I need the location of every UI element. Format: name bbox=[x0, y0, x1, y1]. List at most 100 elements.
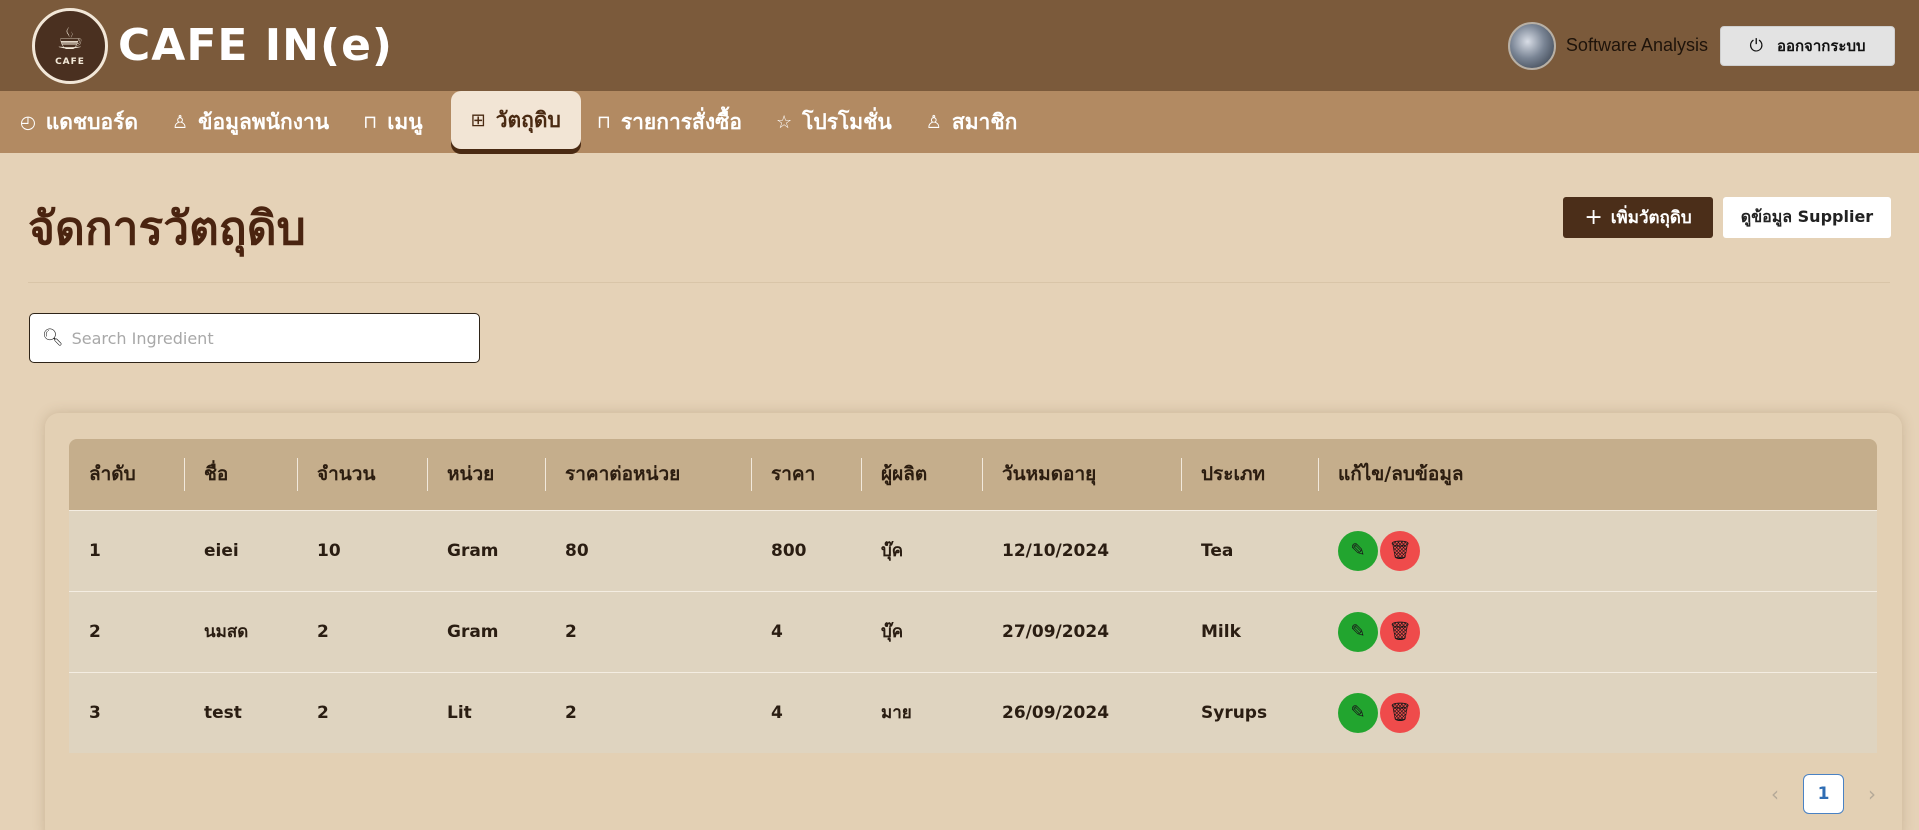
table-cell: 26/09/2024 bbox=[1002, 702, 1110, 723]
table-cell: 2 bbox=[89, 621, 101, 642]
table-cell: 2 bbox=[565, 702, 577, 723]
row-actions: ✎ 🗑︎ bbox=[1338, 611, 1877, 652]
row-actions-cell: ✎ 🗑︎ bbox=[1318, 510, 1877, 591]
column-header-label: หน่วย bbox=[447, 463, 495, 486]
column-separator bbox=[982, 458, 983, 491]
row-actions: ✎ 🗑︎ bbox=[1338, 692, 1877, 733]
column-separator bbox=[184, 458, 185, 491]
table-cell: มาย bbox=[881, 703, 912, 724]
column-header-label: ชื่อ bbox=[204, 463, 229, 486]
row-actions: ✎ 🗑︎ bbox=[1338, 530, 1877, 571]
add-ingredient-button[interactable]: + เพิ่มวัตถุดิบ bbox=[1563, 197, 1713, 238]
column-separator bbox=[545, 458, 546, 491]
nav-item-5[interactable]: ☆ โปรโมชั่น bbox=[770, 91, 910, 153]
search-box: 🔍︎ bbox=[29, 313, 480, 363]
table-cell: Lit bbox=[447, 702, 472, 723]
logout-icon: ⏻ bbox=[1749, 35, 1763, 56]
delete-button[interactable]: 🗑︎ bbox=[1380, 611, 1420, 652]
column-header-label: จำนวน bbox=[317, 463, 376, 486]
logout-button[interactable]: ⏻ ออกจากระบบ bbox=[1720, 25, 1895, 66]
bag-icon: ⊓ bbox=[596, 111, 611, 133]
nav-item-label: แดชบอร์ด bbox=[45, 109, 139, 134]
avatar[interactable] bbox=[1507, 21, 1556, 70]
column-header: วันหมดอายุ bbox=[982, 439, 1181, 510]
page-title: จัดการวัตถุดิบ bbox=[28, 201, 306, 255]
logout-label: ออกจากระบบ bbox=[1776, 36, 1866, 55]
nav-item-label: ข้อมูลพนักงาน bbox=[198, 109, 330, 134]
table-cell: Gram bbox=[447, 621, 499, 642]
page-number-button[interactable]: 1 bbox=[1803, 774, 1844, 814]
table-cell: บุ๊ค bbox=[881, 622, 904, 642]
column-header: ผู้ผลิต bbox=[861, 439, 982, 510]
top-header: ☕ CAFE CAFE IN(e) Software Analysis ⏻ ออ… bbox=[0, 0, 1919, 91]
nav-item-label: สมาชิก bbox=[951, 109, 1018, 134]
next-page-icon[interactable]: › bbox=[1868, 782, 1876, 806]
star-icon: ☆ bbox=[775, 111, 793, 133]
table-header-row: ลำดับ ชื่อ จำนวน หน่วย ราคาต่อหน่วย ราคา ผู้ผล… bbox=[69, 439, 1877, 510]
nav-item-2[interactable]: ⊓ เมนู bbox=[357, 91, 440, 153]
column-header: ประเภท bbox=[1181, 439, 1318, 510]
nav-item-1[interactable]: ♙ ข้อมูลพนักงาน bbox=[166, 91, 347, 153]
column-header-label: วันหมดอายุ bbox=[1002, 463, 1097, 486]
table-cell: 2 bbox=[317, 702, 329, 723]
nav-item-label: รายการสั่งซื้อ bbox=[620, 109, 742, 134]
column-separator bbox=[1181, 458, 1182, 491]
column-header: จำนวน bbox=[297, 439, 427, 510]
nav-item-0[interactable]: ◴ แดชบอร์ด bbox=[14, 91, 156, 153]
pagination: ‹ 1 › bbox=[1771, 774, 1876, 814]
search-input[interactable] bbox=[71, 328, 452, 348]
row-actions-cell: ✎ 🗑︎ bbox=[1318, 672, 1877, 753]
edit-button[interactable]: ✎ bbox=[1338, 530, 1378, 571]
plus-icon: + bbox=[1584, 205, 1603, 230]
user-icon: ♙ bbox=[172, 111, 189, 133]
delete-button[interactable]: 🗑︎ bbox=[1380, 530, 1420, 571]
add-ingredient-label: เพิ่มวัตถุดิบ bbox=[1610, 208, 1692, 228]
cafe-logo[interactable]: ☕ CAFE bbox=[32, 7, 108, 84]
delete-button[interactable]: 🗑︎ bbox=[1380, 692, 1420, 733]
column-header-label: ประเภท bbox=[1201, 463, 1266, 486]
table-row: 2 นมสด 2 Gram 2 4 บุ๊ค 27/09/2024 Milk ✎ 🗑︎ bbox=[69, 591, 1877, 672]
ingredients-table: ลำดับ ชื่อ จำนวน หน่วย ราคาต่อหน่วย ราคา ผู้ผล… bbox=[69, 439, 1877, 753]
column-separator bbox=[751, 458, 752, 491]
table-cell: 1 bbox=[89, 540, 101, 561]
pencil-icon: ✎ bbox=[1350, 621, 1366, 642]
table-cell: Syrups bbox=[1201, 702, 1268, 723]
table-body: 1 eiei 10 Gram 80 800 บุ๊ค 12/10/2024 Tea ✎ 🗑︎ 2 นมส… bbox=[69, 510, 1877, 753]
table-cell: 4 bbox=[771, 702, 783, 723]
column-header: แก้ไข/ลบข้อมูล bbox=[1318, 439, 1877, 510]
column-header-label: ผู้ผลิต bbox=[881, 463, 928, 486]
column-header-label: ราคาต่อหน่วย bbox=[565, 463, 681, 486]
main-nav: ◴ แดชบอร์ด ♙ ข้อมูลพนักงาน ⊓ เมนู ⊞ วัตถุดิบ ⊓ รา… bbox=[0, 91, 1919, 153]
column-header: หน่วย bbox=[427, 439, 545, 510]
ingredients-card: ลำดับ ชื่อ จำนวน หน่วย ราคาต่อหน่วย ราคา ผู้ผล… bbox=[45, 413, 1902, 830]
nav-item-3[interactable]: ⊞ วัตถุดิบ bbox=[450, 91, 581, 149]
nav-item-4[interactable]: ⊓ รายการสั่งซื้อ bbox=[591, 91, 760, 153]
prev-page-icon[interactable]: ‹ bbox=[1771, 782, 1779, 806]
header-divider bbox=[28, 282, 1890, 283]
column-header-label: ราคา bbox=[771, 463, 816, 486]
trash-icon: 🗑︎ bbox=[1388, 540, 1412, 561]
user-icon: ♙ bbox=[925, 111, 942, 133]
bag-icon: ⊓ bbox=[363, 111, 378, 133]
edit-button[interactable]: ✎ bbox=[1338, 692, 1378, 733]
table-cell: Gram bbox=[447, 540, 499, 561]
table-cell: 800 bbox=[771, 540, 807, 561]
pencil-icon: ✎ bbox=[1350, 702, 1366, 724]
column-header: ราคา bbox=[751, 439, 861, 510]
table-cell: บุ๊ค bbox=[881, 541, 904, 561]
table-cell: 2 bbox=[317, 621, 329, 642]
grid-icon: ⊞ bbox=[470, 109, 486, 131]
column-header: ลำดับ bbox=[69, 439, 184, 510]
trash-icon: 🗑︎ bbox=[1388, 702, 1412, 724]
column-separator bbox=[297, 458, 298, 491]
table-cell: 3 bbox=[89, 702, 101, 723]
coffee-cup-icon: ☕ bbox=[56, 21, 84, 57]
column-header: ราคาต่อหน่วย bbox=[545, 439, 751, 510]
column-header: ชื่อ bbox=[184, 439, 297, 510]
nav-item-6[interactable]: ♙ สมาชิก bbox=[920, 91, 1036, 153]
edit-button[interactable]: ✎ bbox=[1338, 611, 1378, 652]
table-cell: test bbox=[204, 702, 242, 723]
view-supplier-button[interactable]: ดูข้อมูล Supplier bbox=[1723, 197, 1891, 238]
trash-icon: 🗑︎ bbox=[1388, 621, 1412, 642]
table-cell: 2 bbox=[565, 621, 577, 642]
